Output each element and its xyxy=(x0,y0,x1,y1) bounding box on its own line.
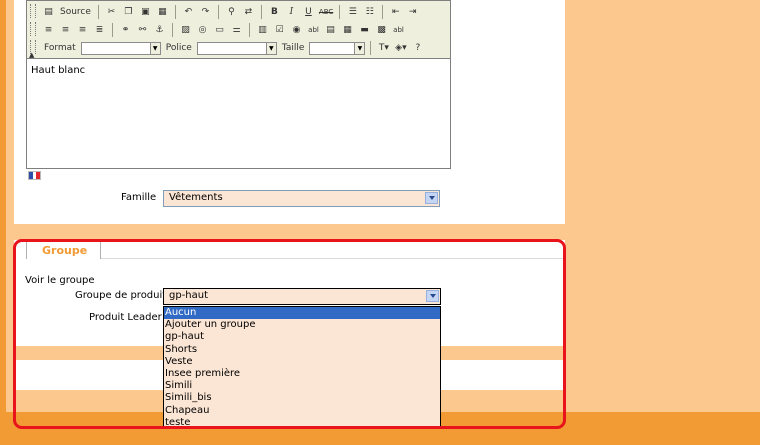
dropdown-option[interactable]: teste xyxy=(164,417,440,427)
underline-icon[interactable]: U xyxy=(301,5,316,20)
table-icon[interactable]: ▭ xyxy=(212,23,227,38)
toolbar-separator xyxy=(97,5,99,19)
horizontal-rule-icon[interactable]: ⚌ xyxy=(229,23,244,38)
radio-icon[interactable]: ◉ xyxy=(289,23,304,38)
source-button[interactable]: Source xyxy=(58,5,93,20)
toolbar-separator xyxy=(172,23,173,37)
taille-label: Taille xyxy=(281,43,305,53)
toolbar-separator xyxy=(249,23,250,37)
align-right-icon[interactable]: ≡ xyxy=(75,23,90,38)
toolbar-row-1: ▤ Source ✂ ❐ ▣ ▦ ↶ ↷ ⚲ ⇄ B I U ABC ☰ ☷ ⇤… xyxy=(41,3,420,21)
voir-groupe-link[interactable]: Voir le groupe xyxy=(25,275,95,286)
toolbar-row-2: ≡ ≡ ≡ ≣ ⚭ ⚯ ⚓ ▨ ◎ ▭ ⚌ ▥ ☑ ◉ abl ▤ ▦ ▬ ▩ … xyxy=(41,21,406,39)
groupe-produit-value: gp-haut xyxy=(169,290,209,301)
button-icon[interactable]: ▬ xyxy=(357,23,372,38)
toolbar-grip[interactable] xyxy=(30,4,36,18)
dropdown-option[interactable]: Simili xyxy=(164,380,440,392)
format-label: Format xyxy=(44,43,76,53)
format-select[interactable]: ▼ xyxy=(80,41,161,55)
bullet-list-icon[interactable]: ☷ xyxy=(362,5,377,20)
dropdown-option[interactable]: gp-haut xyxy=(164,331,440,343)
copy-icon[interactable]: ❐ xyxy=(121,5,136,20)
toolbar-separator xyxy=(260,5,262,19)
image-icon[interactable]: ▨ xyxy=(178,23,193,38)
anchor-icon[interactable]: ⚓ xyxy=(152,23,167,38)
toolbar-separator xyxy=(370,41,372,55)
chevron-down-icon[interactable] xyxy=(426,290,439,302)
form-icon[interactable]: ▥ xyxy=(255,23,270,38)
text-color-icon[interactable]: T▾ xyxy=(376,41,391,56)
textarea-icon[interactable]: ▤ xyxy=(323,23,338,38)
chevron-down-icon[interactable]: ▼ xyxy=(265,42,276,54)
align-justify-icon[interactable]: ≣ xyxy=(92,23,107,38)
outdent-icon[interactable]: ⇤ xyxy=(388,5,403,20)
toolbar-separator xyxy=(382,5,384,19)
french-flag-icon[interactable] xyxy=(28,171,41,180)
toolbar-row-3: Format ▼ Police ▼ Taille ▼ T▾ ◈▾ ? xyxy=(41,39,425,57)
background-color-icon[interactable]: ◈▾ xyxy=(393,41,408,56)
editor-text: Haut blanc xyxy=(31,65,86,76)
undo-icon[interactable]: ↶ xyxy=(181,5,196,20)
produit-leader-label: Produit Leader xyxy=(89,312,162,323)
toolbar-separator xyxy=(112,23,113,37)
rich-text-editor: ▲ ▤ Source ✂ ❐ ▣ ▦ ↶ ↷ ⚲ ⇄ B I U ABC ☰ ☷… xyxy=(26,0,451,169)
groupe-section-title: Groupe xyxy=(26,241,101,259)
help-icon[interactable]: ? xyxy=(410,41,425,56)
groupe-produit-dropdown[interactable]: Aucun Ajouter un groupe gp-haut Shorts V… xyxy=(163,306,441,428)
paste-icon[interactable]: ▣ xyxy=(138,5,153,20)
textfield-icon[interactable]: abl xyxy=(306,23,321,38)
police-select[interactable]: ▼ xyxy=(196,41,277,55)
toolbar-separator xyxy=(217,5,219,19)
editor-content[interactable]: Haut blanc xyxy=(27,58,450,168)
strikethrough-icon[interactable]: ABC xyxy=(318,5,334,20)
toolbar-separator xyxy=(174,5,176,19)
replace-icon[interactable]: ⇄ xyxy=(241,5,256,20)
source-icon[interactable]: ▤ xyxy=(41,5,56,20)
dropdown-option[interactable]: Shorts xyxy=(164,344,440,356)
align-left-icon[interactable]: ≡ xyxy=(41,23,56,38)
dropdown-option[interactable]: Veste xyxy=(164,356,440,368)
police-label: Police xyxy=(165,43,192,53)
cut-icon[interactable]: ✂ xyxy=(104,5,119,20)
famille-value: Vêtements xyxy=(169,192,223,203)
dropdown-option[interactable]: Aucun xyxy=(164,307,440,320)
italic-icon[interactable]: I xyxy=(284,5,299,20)
dropdown-option[interactable]: Ajouter un groupe xyxy=(164,319,440,331)
checkbox-icon[interactable]: ☑ xyxy=(272,23,287,38)
hidden-field-icon[interactable]: abl xyxy=(391,23,406,38)
link-icon[interactable]: ⚭ xyxy=(118,23,133,38)
indent-icon[interactable]: ⇥ xyxy=(405,5,420,20)
bold-icon[interactable]: B xyxy=(267,5,282,20)
dropdown-option[interactable]: Chapeau xyxy=(164,405,440,417)
redo-icon[interactable]: ↷ xyxy=(198,5,213,20)
famille-label: Famille xyxy=(121,192,157,203)
taille-select[interactable]: ▼ xyxy=(309,41,366,55)
famille-select[interactable]: Vêtements xyxy=(163,190,440,207)
groupe-produit-label: Groupe de produit xyxy=(75,290,167,301)
dropdown-option[interactable]: Insee première xyxy=(164,368,440,380)
image-button-icon[interactable]: ▩ xyxy=(374,23,389,38)
chevron-down-icon[interactable]: ▼ xyxy=(149,42,160,54)
flash-icon[interactable]: ◎ xyxy=(195,23,210,38)
align-center-icon[interactable]: ≡ xyxy=(58,23,73,38)
select-icon[interactable]: ▦ xyxy=(340,23,355,38)
toolbar-separator xyxy=(339,5,341,19)
dropdown-option[interactable]: Simili_bis xyxy=(164,392,440,404)
chevron-down-icon[interactable]: ▼ xyxy=(354,42,365,54)
unlink-icon[interactable]: ⚯ xyxy=(135,23,150,38)
groupe-produit-select[interactable]: gp-haut xyxy=(163,288,441,305)
paste-text-icon[interactable]: ▦ xyxy=(155,5,170,20)
chevron-down-icon[interactable] xyxy=(425,192,438,204)
find-icon[interactable]: ⚲ xyxy=(224,5,239,20)
numbered-list-icon[interactable]: ☰ xyxy=(345,5,360,20)
section-divider xyxy=(26,258,565,259)
toolbar-grip[interactable] xyxy=(30,22,36,36)
